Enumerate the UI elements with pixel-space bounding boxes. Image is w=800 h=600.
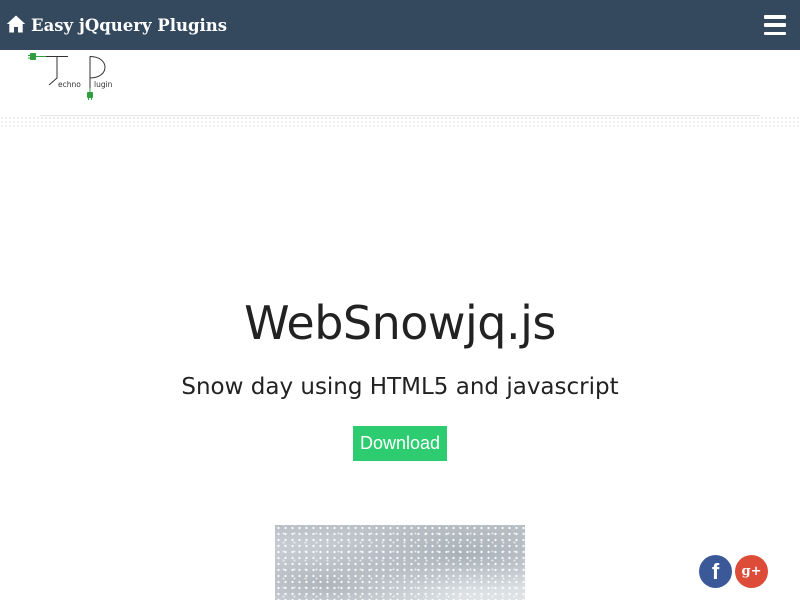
snowy-forest-image bbox=[275, 525, 525, 600]
google-plus-share-button[interactable]: g+ bbox=[735, 555, 768, 588]
pattern-divider bbox=[0, 116, 800, 128]
page-subtitle: Snow day using HTML5 and javascript bbox=[181, 374, 619, 400]
facebook-share-button[interactable]: f bbox=[699, 555, 732, 588]
brand-title: Easy jQquery Plugins bbox=[31, 15, 228, 35]
download-button[interactable]: Download bbox=[353, 426, 447, 461]
top-navbar: Easy jQquery Plugins bbox=[0, 0, 800, 50]
facebook-icon: f bbox=[711, 558, 720, 584]
home-icon bbox=[6, 15, 26, 32]
hamburger-menu-icon[interactable] bbox=[764, 15, 786, 35]
logo-word-plugin: lugin bbox=[94, 80, 113, 89]
page-title: WebSnowjq.js bbox=[244, 296, 556, 350]
google-plus-icon: g+ bbox=[741, 564, 762, 579]
logo-graphic: echno lugin bbox=[28, 53, 113, 100]
logo-word-techno: echno bbox=[58, 80, 81, 89]
techno-plugin-logo[interactable]: echno lugin bbox=[28, 50, 114, 106]
home-link[interactable]: Easy jQquery Plugins bbox=[6, 15, 228, 35]
